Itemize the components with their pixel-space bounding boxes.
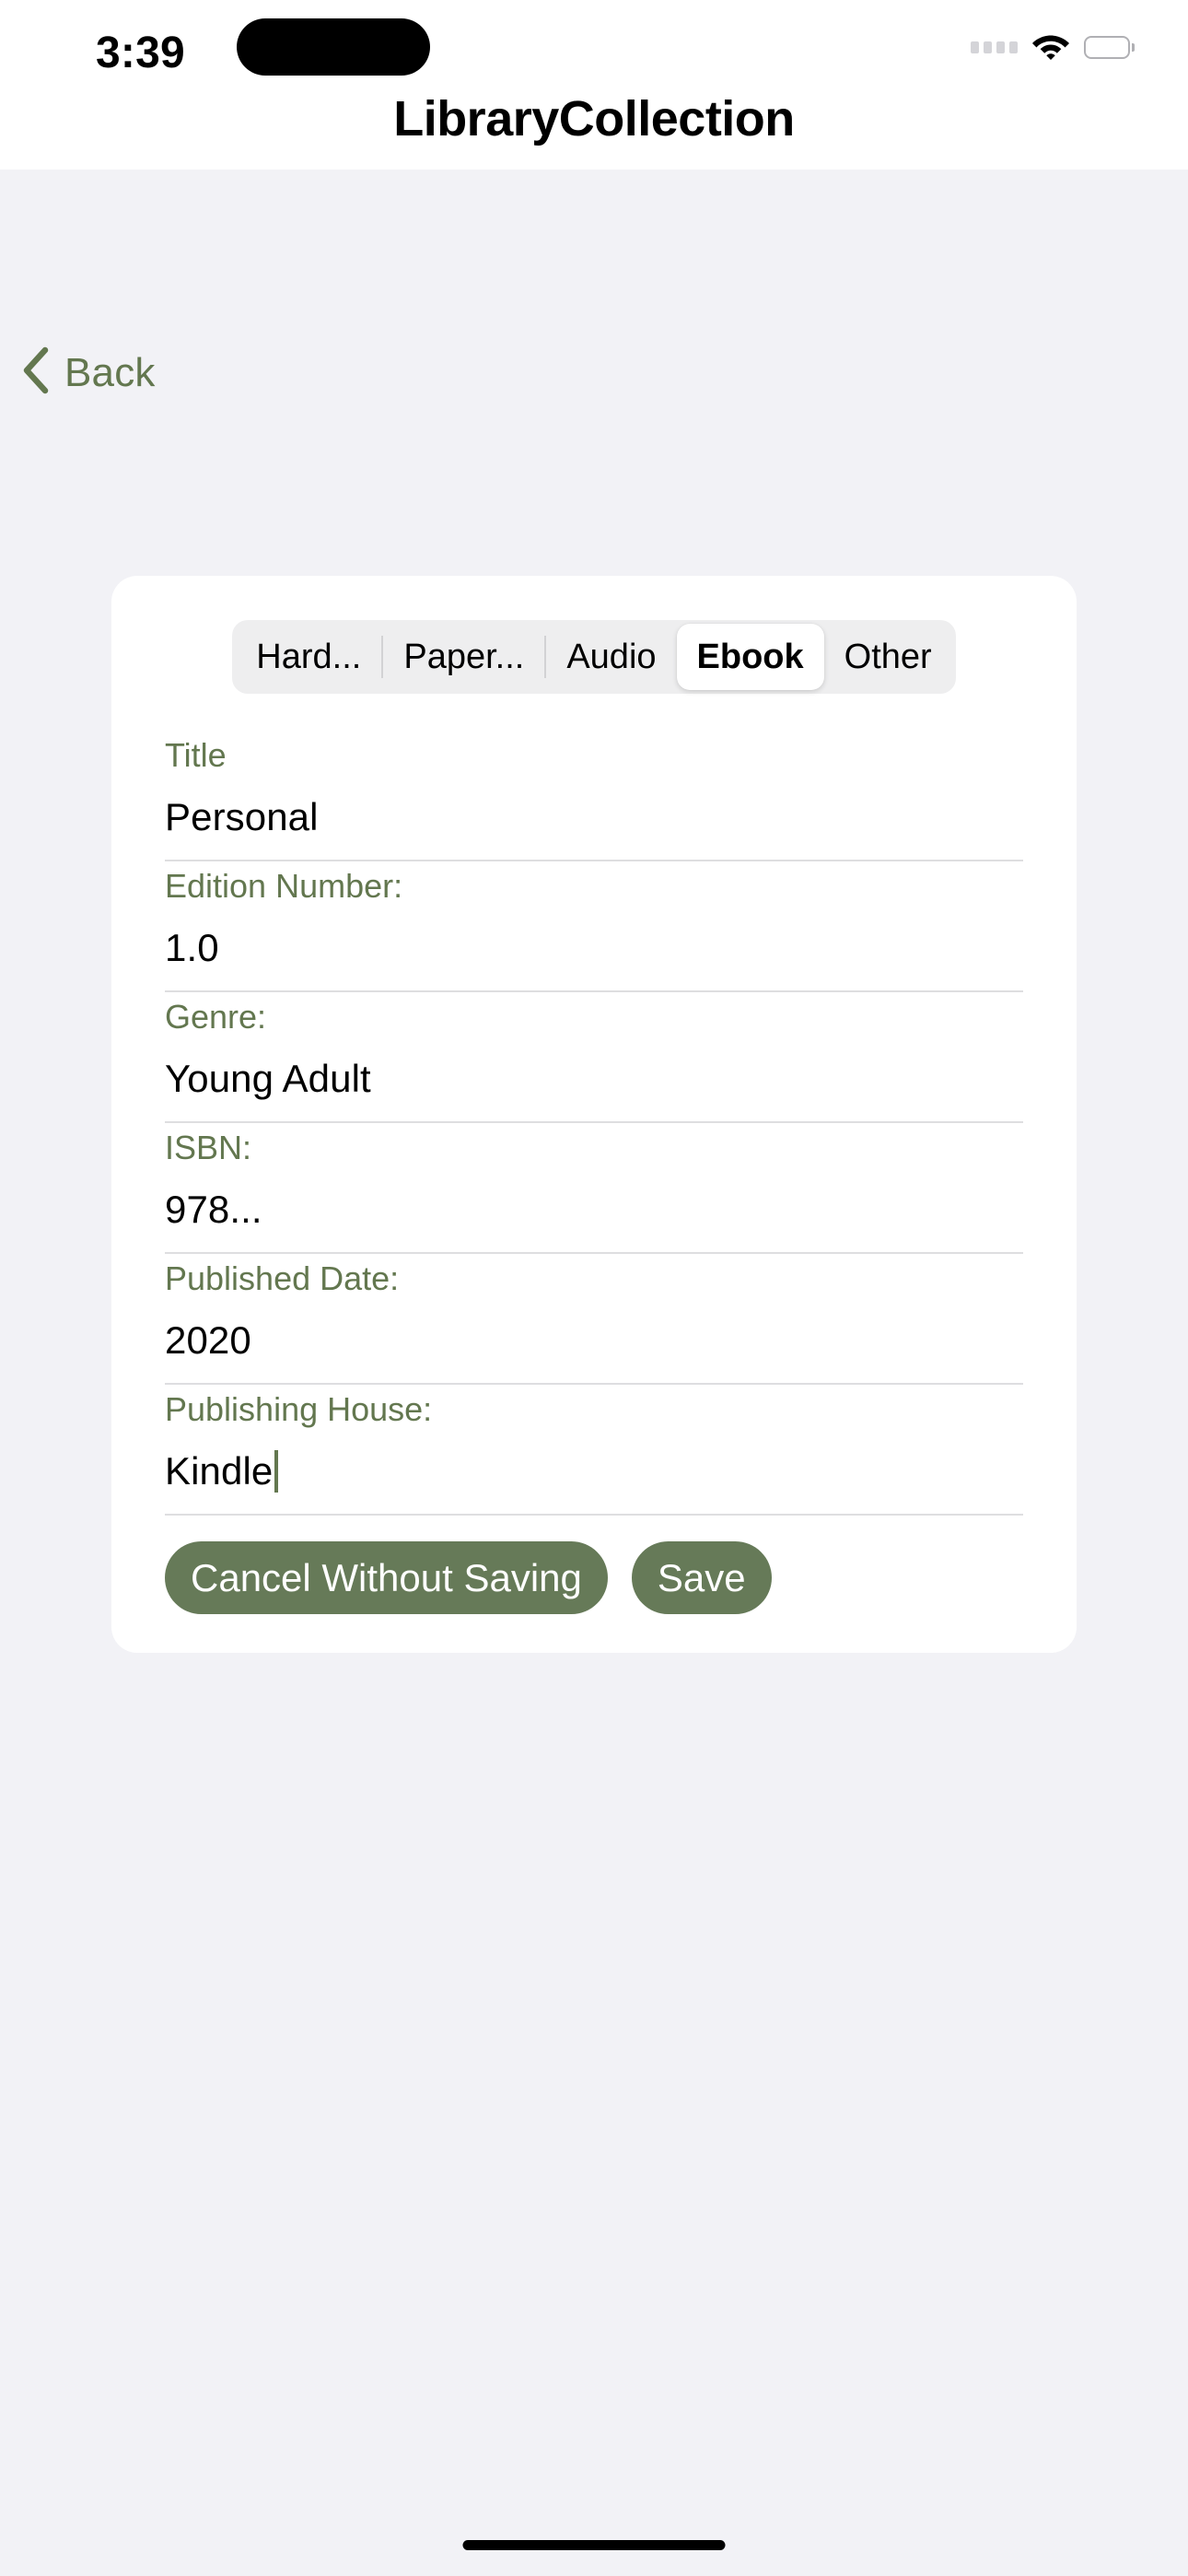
field-value-published-date: 2020 <box>165 1318 251 1362</box>
page-title: LibraryCollection <box>393 91 795 146</box>
form-actions: Cancel Without Saving Save <box>111 1516 1077 1653</box>
field-value-title: Personal <box>165 795 319 838</box>
field-title: Title Personal <box>165 731 1023 860</box>
format-segmented-control-container: Hard... Paper... Audio Ebook Other <box>111 576 1077 694</box>
book-detail-card: Hard... Paper... Audio Ebook Other Title… <box>111 576 1077 1654</box>
field-label-publishing-house: Publishing House: <box>165 1390 433 1428</box>
field-label-isbn: ISBN: <box>165 1129 252 1166</box>
field-input-genre[interactable]: Young Adult <box>165 1036 1023 1121</box>
home-indicator <box>462 2540 726 2550</box>
cancel-without-saving-button[interactable]: Cancel Without Saving <box>165 1541 608 1615</box>
format-segmented-control[interactable]: Hard... Paper... Audio Ebook Other <box>232 620 956 694</box>
field-input-edition-number[interactable]: 1.0 <box>165 906 1023 990</box>
book-form: Title Personal Edition Number: 1.0 Genre… <box>111 731 1077 1516</box>
status-bar: 3:39 <box>0 0 1188 92</box>
field-publishing-house: Publishing House: Kindle <box>165 1385 1023 1514</box>
segment-hardcover[interactable]: Hard... <box>236 624 381 690</box>
back-button-label: Back <box>64 349 156 395</box>
field-label-genre: Genre: <box>165 998 267 1036</box>
dynamic-island <box>237 18 430 76</box>
segment-other[interactable]: Other <box>824 624 952 690</box>
segment-audio[interactable]: Audio <box>546 624 676 690</box>
signal-dots-icon <box>971 41 1018 53</box>
field-value-genre: Young Adult <box>165 1057 371 1100</box>
field-input-publishing-house[interactable]: Kindle <box>165 1429 1023 1514</box>
field-value-publishing-house: Kindle <box>165 1449 274 1493</box>
field-genre: Genre: Young Adult <box>165 992 1023 1121</box>
segment-ebook[interactable]: Ebook <box>676 624 824 690</box>
segment-paperback[interactable]: Paper... <box>383 624 544 690</box>
field-published-date: Published Date: 2020 <box>165 1254 1023 1383</box>
field-value-isbn: 978... <box>165 1188 262 1231</box>
status-bar-indicators <box>971 28 1135 66</box>
field-edition-number: Edition Number: 1.0 <box>165 861 1023 990</box>
save-button[interactable]: Save <box>631 1541 772 1615</box>
text-cursor <box>274 1450 279 1493</box>
chevron-left-icon <box>20 345 52 400</box>
field-input-title[interactable]: Personal <box>165 775 1023 860</box>
field-label-edition-number: Edition Number: <box>165 867 403 905</box>
app-screen: 3:39 LibraryCollection Back Hard... Pape… <box>0 0 1188 2576</box>
field-input-published-date[interactable]: 2020 <box>165 1298 1023 1383</box>
field-isbn: ISBN: 978... <box>165 1123 1023 1252</box>
field-input-isbn[interactable]: 978... <box>165 1167 1023 1252</box>
field-value-edition-number: 1.0 <box>165 926 219 969</box>
wifi-icon <box>1031 30 1071 64</box>
field-label-published-date: Published Date: <box>165 1259 400 1297</box>
battery-icon <box>1084 35 1135 59</box>
status-bar-time: 3:39 <box>96 29 185 77</box>
field-label-title: Title <box>165 736 227 774</box>
back-button[interactable]: Back <box>20 345 156 400</box>
